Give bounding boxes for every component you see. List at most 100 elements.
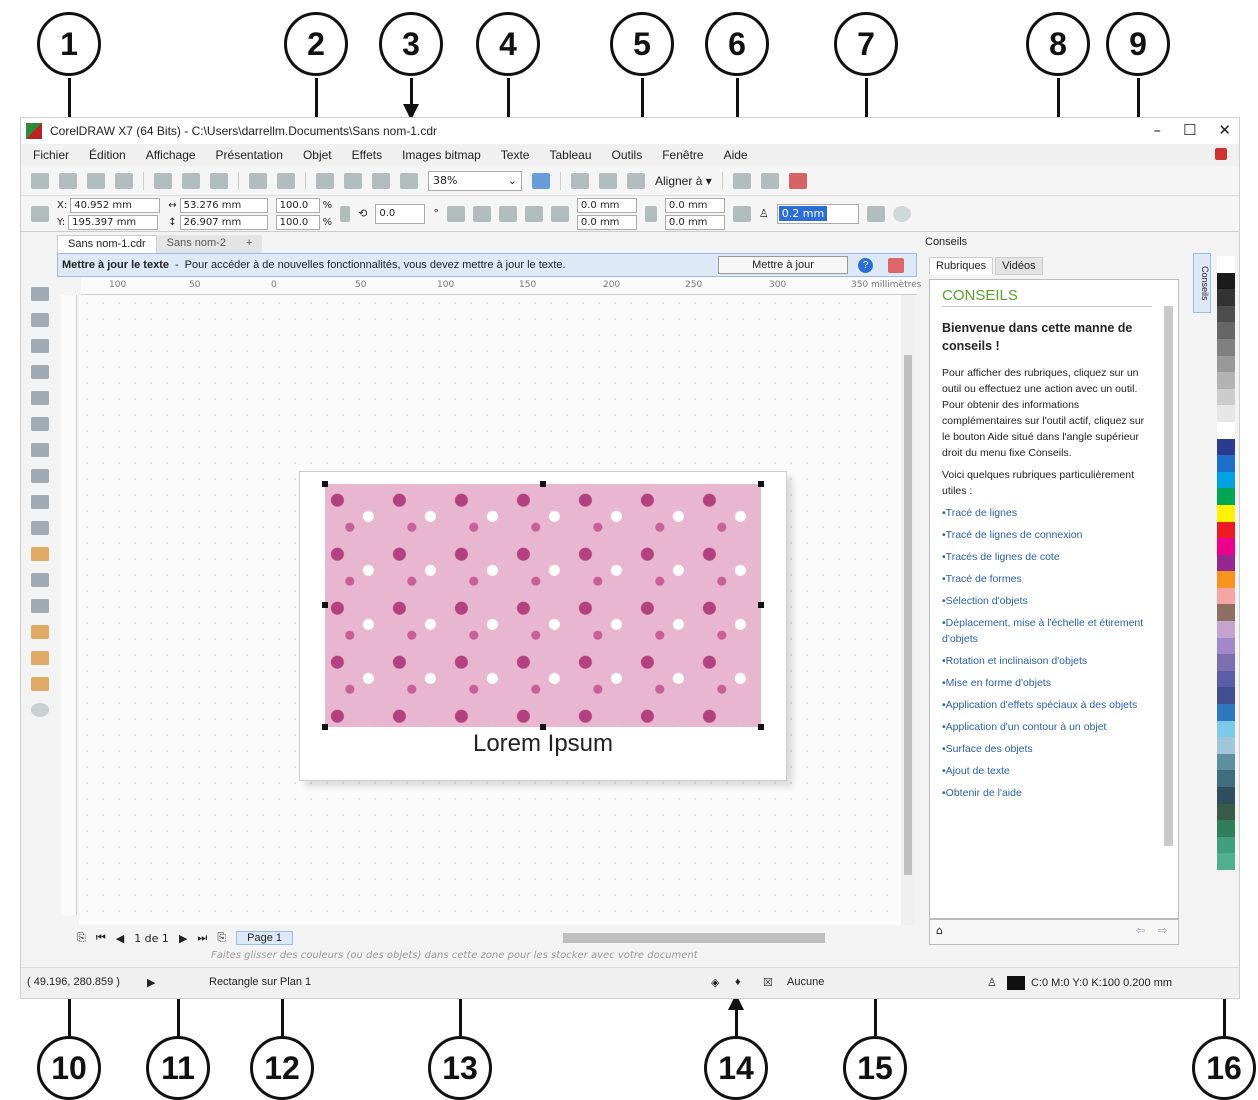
menu-edition[interactable]: Édition <box>89 148 126 162</box>
selection-handle[interactable] <box>758 602 764 608</box>
document-palette[interactable]: Faites glisser des couleurs (ou des obje… <box>61 947 921 965</box>
menu-images-bitmap[interactable]: Images bitmap <box>402 148 481 162</box>
pick-tool-icon[interactable] <box>31 287 49 301</box>
new-tab-button[interactable]: + <box>235 235 263 253</box>
help-menu-icon[interactable] <box>1215 148 1227 160</box>
corner-radius-bottom-right[interactable]: 0.0 mm <box>664 214 725 230</box>
topic-link[interactable]: •Rotation et inclinaison d'objets <box>942 653 1152 669</box>
tab-sans-nom-1[interactable]: Sans nom-1.cdr <box>57 235 157 253</box>
zoom-level-combo[interactable]: 38% ⌄ <box>428 170 522 191</box>
corner-radius-bottom-left[interactable]: 0.0 mm <box>576 214 637 230</box>
menu-tableau[interactable]: Tableau <box>549 148 591 162</box>
home-icon[interactable]: ⌂ <box>936 924 943 937</box>
next-page-icon[interactable]: ▶ <box>179 932 187 945</box>
palette-swatch[interactable] <box>1217 421 1235 439</box>
selection-handle[interactable] <box>322 602 328 608</box>
palette-swatch[interactable] <box>1217 571 1235 588</box>
open-icon[interactable] <box>59 172 77 189</box>
add-icon[interactable] <box>892 205 911 222</box>
x-position-field[interactable]: 40.952 mm <box>70 197 161 213</box>
mirror-vertical-icon[interactable] <box>472 205 491 222</box>
save-icon[interactable] <box>87 172 105 189</box>
edit-corners-together-icon[interactable] <box>644 205 657 222</box>
palette-swatch[interactable] <box>1217 305 1235 323</box>
scalloped-corner-icon[interactable] <box>524 205 543 222</box>
height-field[interactable]: 26.907 mm <box>179 214 268 230</box>
rectangle-tool-icon[interactable] <box>31 417 49 431</box>
object-origin-icon[interactable] <box>31 205 49 222</box>
forward-icon[interactable]: ⇨ <box>1158 924 1167 937</box>
parallel-dimension-tool-icon[interactable] <box>31 521 49 535</box>
welcome-screen-icon[interactable] <box>732 172 751 189</box>
lorem-ipsum-text[interactable]: Lorem Ipsum <box>300 730 786 758</box>
round-corner-icon[interactable] <box>498 205 517 222</box>
topic-link[interactable]: •Mise en forme d'objets <box>942 675 1152 691</box>
drop-shadow-tool-icon[interactable] <box>31 573 49 587</box>
palette-swatch[interactable] <box>1217 670 1235 688</box>
maximize-button[interactable]: ☐ <box>1183 121 1196 139</box>
palette-swatch[interactable] <box>1217 587 1235 605</box>
transparency-tool-icon[interactable] <box>31 599 49 613</box>
scale-x-field[interactable]: 100.0 <box>275 197 320 213</box>
palette-swatch[interactable] <box>1217 455 1235 472</box>
menu-effets[interactable]: Effets <box>352 148 382 162</box>
palette-swatch[interactable] <box>1217 488 1235 505</box>
palette-swatch[interactable] <box>1217 504 1235 522</box>
palette-swatch[interactable] <box>1217 654 1235 671</box>
horizontal-scrollbar[interactable] <box>563 933 825 943</box>
palette-swatch[interactable] <box>1217 372 1235 389</box>
topic-link[interactable]: •Tracé de lignes <box>942 505 1152 521</box>
menu-fichier[interactable]: Fichier <box>33 148 69 162</box>
color-eyedropper-tool-icon[interactable] <box>31 625 49 639</box>
topic-link[interactable]: •Tracé de formes <box>942 571 1152 587</box>
artistic-media-tool-icon[interactable] <box>31 391 49 405</box>
docker-side-tab[interactable]: Conseils <box>1193 253 1211 313</box>
topic-link[interactable]: •Application d'un contour à un objet <box>942 719 1152 735</box>
palette-swatch[interactable] <box>1217 521 1235 539</box>
menu-presentation[interactable]: Présentation <box>216 148 283 162</box>
connector-tool-icon[interactable] <box>31 547 49 561</box>
show-rulers-icon[interactable] <box>571 172 589 189</box>
undo-icon[interactable] <box>249 172 267 189</box>
new-document-icon[interactable] <box>31 172 49 189</box>
options-icon[interactable] <box>760 172 779 189</box>
topic-link[interactable]: •Tracés de lignes de cote <box>942 549 1152 565</box>
palette-swatch[interactable] <box>1217 338 1235 356</box>
palette-swatch[interactable] <box>1217 256 1235 273</box>
tab-rubriques[interactable]: Rubriques <box>929 257 994 275</box>
palette-swatch[interactable] <box>1217 770 1235 787</box>
close-button[interactable]: ✕ <box>1218 121 1231 139</box>
previous-page-icon[interactable]: ◀ <box>116 932 124 945</box>
palette-swatch[interactable] <box>1217 704 1235 721</box>
lock-ratio-icon[interactable] <box>340 205 351 222</box>
chamfered-corner-icon[interactable] <box>550 205 569 222</box>
copy-icon[interactable] <box>182 172 200 189</box>
minimize-button[interactable]: – <box>1153 121 1161 139</box>
menu-texte[interactable]: Texte <box>501 148 530 162</box>
palette-swatch[interactable] <box>1217 753 1235 771</box>
palette-swatch[interactable] <box>1217 388 1235 406</box>
tab-videos[interactable]: Vidéos <box>995 257 1043 275</box>
corner-radius-top-left[interactable]: 0.0 mm <box>576 197 637 213</box>
menu-affichage[interactable]: Affichage <box>146 148 196 162</box>
polygon-tool-icon[interactable] <box>31 469 49 483</box>
selection-handle[interactable] <box>322 481 328 487</box>
palette-swatch[interactable] <box>1217 820 1235 837</box>
width-field[interactable]: 53.276 mm <box>179 197 268 213</box>
palette-swatch[interactable] <box>1217 853 1235 870</box>
print-icon[interactable] <box>115 172 133 189</box>
mirror-horizontal-icon[interactable] <box>446 205 465 222</box>
palette-swatch[interactable] <box>1217 322 1235 339</box>
text-tool-icon[interactable] <box>31 495 49 509</box>
vertical-scrollbar[interactable] <box>901 295 915 925</box>
to-front-icon[interactable] <box>866 205 885 222</box>
topic-link[interactable]: •Sélection d'objets <box>942 593 1152 609</box>
topic-link[interactable]: •Ajout de texte <box>942 763 1152 779</box>
menu-outils[interactable]: Outils <box>612 148 643 162</box>
scroll-thumb[interactable] <box>904 355 912 875</box>
topic-link[interactable]: •Obtenir de l'aide <box>942 785 1152 801</box>
full-screen-preview-icon[interactable] <box>532 172 550 189</box>
palette-swatch[interactable] <box>1217 737 1235 754</box>
show-grid-icon[interactable] <box>599 172 617 189</box>
palette-swatch[interactable] <box>1217 471 1235 489</box>
